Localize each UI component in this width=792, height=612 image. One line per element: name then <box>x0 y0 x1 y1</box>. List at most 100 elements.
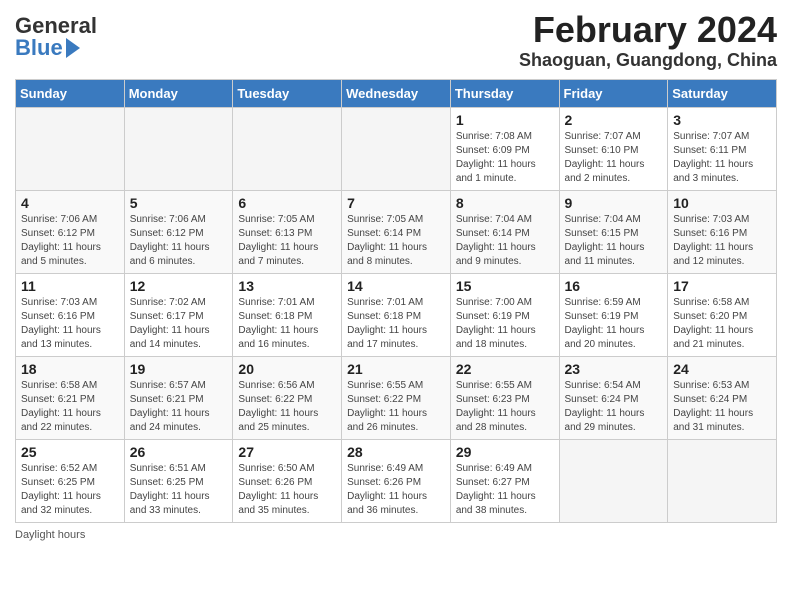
calendar-cell: 7 Sunrise: 7:05 AM Sunset: 6:14 PM Daylig… <box>342 190 451 273</box>
day-number: 15 <box>456 278 554 294</box>
day-info: Sunrise: 6:54 AM Sunset: 6:24 PM Dayligh… <box>565 379 663 435</box>
calendar-cell: 24 Sunrise: 6:53 AM Sunset: 6:24 PM Dayli… <box>668 356 777 439</box>
calendar-cell: 25 Sunrise: 6:52 AM Sunset: 6:25 PM Dayli… <box>16 439 125 522</box>
title-area: February 2024 Shaoguan, Guangdong, China <box>519 10 777 71</box>
calendar-cell <box>342 107 451 190</box>
day-info: Sunrise: 6:59 AM Sunset: 6:19 PM Dayligh… <box>565 296 663 352</box>
calendar-cell: 12 Sunrise: 7:02 AM Sunset: 6:17 PM Dayli… <box>124 273 233 356</box>
day-number: 24 <box>673 361 771 377</box>
day-number: 8 <box>456 195 554 211</box>
calendar-table: SundayMondayTuesdayWednesdayThursdayFrid… <box>15 79 777 523</box>
day-number: 26 <box>130 444 228 460</box>
day-info: Sunrise: 7:02 AM Sunset: 6:17 PM Dayligh… <box>130 296 228 352</box>
week-row-2: 4 Sunrise: 7:06 AM Sunset: 6:12 PM Daylig… <box>16 190 777 273</box>
week-row-4: 18Sunrise: 6:58 AM Sunset: 6:21 PM Dayli… <box>16 356 777 439</box>
day-number: 17 <box>673 278 771 294</box>
day-info: Sunrise: 7:03 AM Sunset: 6:16 PM Dayligh… <box>673 213 771 269</box>
col-header-saturday: Saturday <box>668 79 777 107</box>
day-number: 1 <box>456 112 554 128</box>
day-number: 27 <box>238 444 336 460</box>
calendar-cell: 11 Sunrise: 7:03 AM Sunset: 6:16 PM Dayli… <box>16 273 125 356</box>
calendar-cell: 17 Sunrise: 6:58 AM Sunset: 6:20 PM Dayli… <box>668 273 777 356</box>
day-info: Sunrise: 7:07 AM Sunset: 6:11 PM Dayligh… <box>673 130 771 186</box>
calendar-cell: 29 Sunrise: 6:49 AM Sunset: 6:27 PM Dayli… <box>450 439 559 522</box>
logo: General Blue <box>15 15 97 59</box>
day-info: Sunrise: 6:49 AM Sunset: 6:27 PM Dayligh… <box>456 462 554 518</box>
calendar-cell: 8 Sunrise: 7:04 AM Sunset: 6:14 PM Daylig… <box>450 190 559 273</box>
day-number: 29 <box>456 444 554 460</box>
location-title: Shaoguan, Guangdong, China <box>519 50 777 71</box>
day-number: 18 <box>21 361 119 377</box>
day-number: 4 <box>21 195 119 211</box>
calendar-cell <box>233 107 342 190</box>
day-info: Sunrise: 6:49 AM Sunset: 6:26 PM Dayligh… <box>347 462 445 518</box>
day-number: 25 <box>21 444 119 460</box>
calendar-cell <box>16 107 125 190</box>
logo-general-text: General <box>15 15 97 37</box>
day-info: Sunrise: 6:50 AM Sunset: 6:26 PM Dayligh… <box>238 462 336 518</box>
calendar-cell: 4Sunrise: 7:06 AM Sunset: 6:12 PM Daylig… <box>16 190 125 273</box>
day-number: 3 <box>673 112 771 128</box>
calendar-cell: 18Sunrise: 6:58 AM Sunset: 6:21 PM Dayli… <box>16 356 125 439</box>
calendar-cell: 21 Sunrise: 6:55 AM Sunset: 6:22 PM Dayli… <box>342 356 451 439</box>
day-info: Sunrise: 7:04 AM Sunset: 6:14 PM Dayligh… <box>456 213 554 269</box>
day-number: 22 <box>456 361 554 377</box>
day-number: 19 <box>130 361 228 377</box>
day-number: 6 <box>238 195 336 211</box>
calendar-cell: 16 Sunrise: 6:59 AM Sunset: 6:19 PM Dayli… <box>559 273 668 356</box>
calendar-cell: 23Sunrise: 6:54 AM Sunset: 6:24 PM Dayli… <box>559 356 668 439</box>
day-info: Sunrise: 6:55 AM Sunset: 6:23 PM Dayligh… <box>456 379 554 435</box>
day-info: Sunrise: 6:55 AM Sunset: 6:22 PM Dayligh… <box>347 379 445 435</box>
day-number: 13 <box>238 278 336 294</box>
col-header-wednesday: Wednesday <box>342 79 451 107</box>
day-info: Sunrise: 7:07 AM Sunset: 6:10 PM Dayligh… <box>565 130 663 186</box>
calendar-cell: 15 Sunrise: 7:00 AM Sunset: 6:19 PM Dayli… <box>450 273 559 356</box>
calendar-cell: 19 Sunrise: 6:57 AM Sunset: 6:21 PM Dayli… <box>124 356 233 439</box>
week-row-3: 11 Sunrise: 7:03 AM Sunset: 6:16 PM Dayli… <box>16 273 777 356</box>
daylight-label: Daylight hours <box>15 529 85 541</box>
day-info: Sunrise: 6:57 AM Sunset: 6:21 PM Dayligh… <box>130 379 228 435</box>
calendar-cell: 5 Sunrise: 7:06 AM Sunset: 6:12 PM Daylig… <box>124 190 233 273</box>
calendar-cell <box>668 439 777 522</box>
day-number: 14 <box>347 278 445 294</box>
day-info: Sunrise: 6:58 AM Sunset: 6:20 PM Dayligh… <box>673 296 771 352</box>
col-header-sunday: Sunday <box>16 79 125 107</box>
day-info: Sunrise: 6:56 AM Sunset: 6:22 PM Dayligh… <box>238 379 336 435</box>
header-row: SundayMondayTuesdayWednesdayThursdayFrid… <box>16 79 777 107</box>
day-number: 12 <box>130 278 228 294</box>
col-header-monday: Monday <box>124 79 233 107</box>
day-info: Sunrise: 6:53 AM Sunset: 6:24 PM Dayligh… <box>673 379 771 435</box>
calendar-cell: 9Sunrise: 7:04 AM Sunset: 6:15 PM Daylig… <box>559 190 668 273</box>
day-number: 21 <box>347 361 445 377</box>
header: General Blue February 2024 Shaoguan, Gua… <box>15 10 777 71</box>
calendar-cell: 2 Sunrise: 7:07 AM Sunset: 6:10 PM Daylig… <box>559 107 668 190</box>
calendar-cell <box>559 439 668 522</box>
day-info: Sunrise: 7:03 AM Sunset: 6:16 PM Dayligh… <box>21 296 119 352</box>
day-number: 28 <box>347 444 445 460</box>
calendar-cell: 3 Sunrise: 7:07 AM Sunset: 6:11 PM Daylig… <box>668 107 777 190</box>
calendar-cell: 22 Sunrise: 6:55 AM Sunset: 6:23 PM Dayli… <box>450 356 559 439</box>
day-number: 2 <box>565 112 663 128</box>
day-info: Sunrise: 6:52 AM Sunset: 6:25 PM Dayligh… <box>21 462 119 518</box>
calendar-cell: 28 Sunrise: 6:49 AM Sunset: 6:26 PM Dayli… <box>342 439 451 522</box>
calendar-cell: 13Sunrise: 7:01 AM Sunset: 6:18 PM Dayli… <box>233 273 342 356</box>
day-info: Sunrise: 7:05 AM Sunset: 6:14 PM Dayligh… <box>347 213 445 269</box>
calendar-cell: 14 Sunrise: 7:01 AM Sunset: 6:18 PM Dayli… <box>342 273 451 356</box>
day-number: 7 <box>347 195 445 211</box>
day-number: 16 <box>565 278 663 294</box>
week-row-1: 1 Sunrise: 7:08 AM Sunset: 6:09 PM Daylig… <box>16 107 777 190</box>
calendar-cell: 10Sunrise: 7:03 AM Sunset: 6:16 PM Dayli… <box>668 190 777 273</box>
day-info: Sunrise: 7:08 AM Sunset: 6:09 PM Dayligh… <box>456 130 554 186</box>
footer: Daylight hours <box>15 529 777 541</box>
calendar-cell: 27 Sunrise: 6:50 AM Sunset: 6:26 PM Dayli… <box>233 439 342 522</box>
day-number: 5 <box>130 195 228 211</box>
logo-blue-text: Blue <box>15 37 80 59</box>
day-number: 9 <box>565 195 663 211</box>
day-info: Sunrise: 7:00 AM Sunset: 6:19 PM Dayligh… <box>456 296 554 352</box>
calendar-cell: 26 Sunrise: 6:51 AM Sunset: 6:25 PM Dayli… <box>124 439 233 522</box>
calendar-cell <box>124 107 233 190</box>
day-number: 11 <box>21 278 119 294</box>
day-info: Sunrise: 7:01 AM Sunset: 6:18 PM Dayligh… <box>347 296 445 352</box>
day-info: Sunrise: 6:51 AM Sunset: 6:25 PM Dayligh… <box>130 462 228 518</box>
day-info: Sunrise: 7:06 AM Sunset: 6:12 PM Dayligh… <box>130 213 228 269</box>
